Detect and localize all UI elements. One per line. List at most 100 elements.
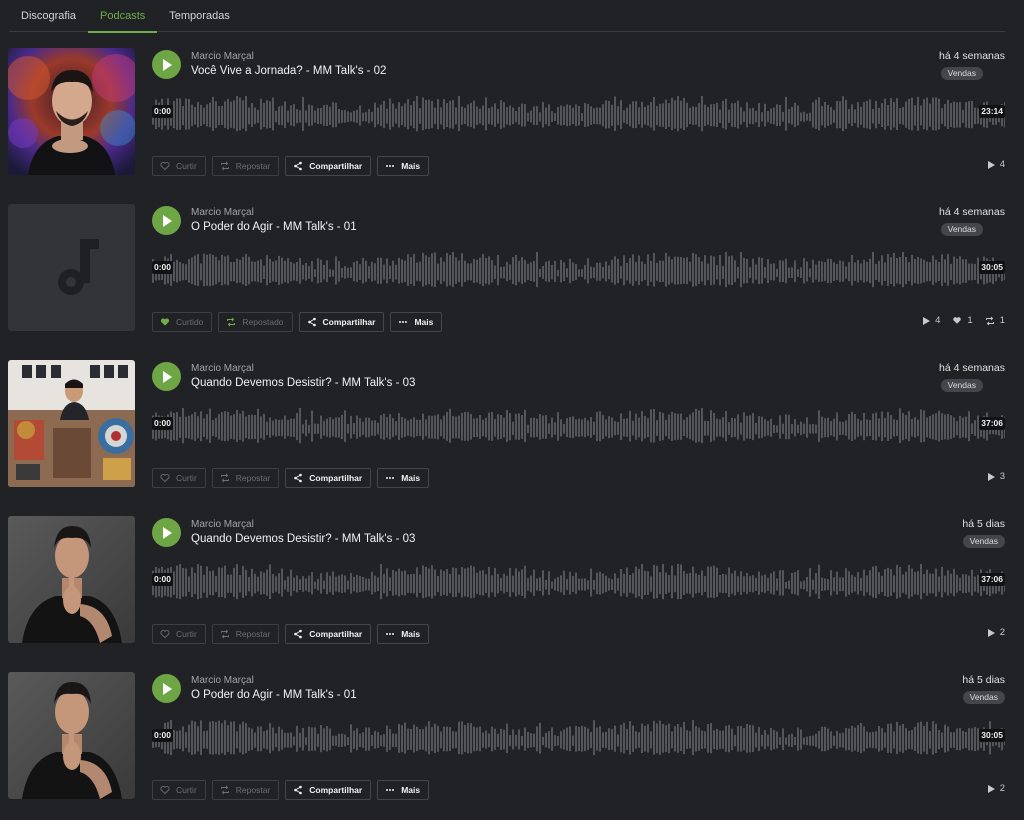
more-button[interactable]: Mais <box>390 312 443 332</box>
track-stats: 2 <box>987 627 1005 638</box>
waveform[interactable]: 0:00 23:14 <box>152 92 1005 140</box>
tab-temporadas[interactable]: Temporadas <box>157 0 242 32</box>
track-artwork[interactable] <box>8 204 135 331</box>
more-label: Mais <box>414 317 434 327</box>
genre-tag[interactable]: Vendas <box>940 67 983 80</box>
repost-button[interactable]: Repostar <box>211 780 280 800</box>
tab-podcasts[interactable]: Podcasts <box>88 0 158 33</box>
heart-icon <box>953 317 962 324</box>
repost-button[interactable]: Repostado <box>218 312 293 332</box>
track-title[interactable]: Quando Devemos Desistir? - MM Talk's - 0… <box>191 533 415 545</box>
waveform[interactable]: 0:00 37:06 <box>152 404 1005 452</box>
repost-icon <box>220 473 229 483</box>
share-button[interactable]: Compartilhar <box>285 780 372 800</box>
repost-icon <box>220 785 229 795</box>
genre-tag[interactable]: Vendas <box>940 379 983 392</box>
genre-tag[interactable]: Vendas <box>940 223 983 236</box>
like-button[interactable]: Curtir <box>152 468 206 488</box>
track-title[interactable]: Você Vive a Jornada? - MM Talk's - 02 <box>191 65 386 77</box>
waveform[interactable]: 0:00 30:05 <box>152 248 1005 296</box>
more-button[interactable]: Mais <box>377 780 430 800</box>
time-start: 0:00 <box>152 261 174 274</box>
genre-tag[interactable]: Vendas <box>962 691 1005 704</box>
action-bar: Curtir Repostar Compartilhar Mais <box>152 624 430 644</box>
waveform-bars <box>152 96 1005 132</box>
like-label: Curtir <box>176 473 197 483</box>
track-artwork[interactable] <box>8 360 135 487</box>
share-label: Compartilhar <box>322 317 376 327</box>
track-artwork[interactable] <box>8 516 135 643</box>
heart-icon <box>160 786 170 795</box>
play-button[interactable] <box>152 674 181 703</box>
time-start: 0:00 <box>152 729 174 742</box>
play-button[interactable] <box>152 362 181 391</box>
share-icon <box>294 473 303 483</box>
heart-icon <box>160 318 170 326</box>
like-button[interactable]: Curtir <box>152 780 206 800</box>
track-artist[interactable]: Marcio Marçal <box>191 519 254 530</box>
repost-count[interactable]: 1 <box>985 315 1005 326</box>
share-label: Compartilhar <box>309 785 363 795</box>
play-button[interactable] <box>152 50 181 79</box>
share-button[interactable]: Compartilhar <box>285 624 372 644</box>
more-button[interactable]: Mais <box>377 468 430 488</box>
track-duration: 37:06 <box>979 417 1005 430</box>
like-button[interactable]: Curtir <box>152 624 206 644</box>
track-artist[interactable]: Marcio Marçal <box>191 207 254 218</box>
play-count-icon <box>987 628 995 637</box>
play-count: 2 <box>987 783 1005 794</box>
like-count[interactable]: 1 <box>952 315 973 326</box>
play-count-value: 3 <box>999 471 1005 482</box>
more-icon <box>386 165 395 167</box>
share-label: Compartilhar <box>309 473 363 483</box>
track-title[interactable]: O Poder do Agir - MM Talk's - 01 <box>191 689 357 701</box>
track-title[interactable]: O Poder do Agir - MM Talk's - 01 <box>191 221 357 233</box>
track-artist[interactable]: Marcio Marçal <box>191 675 254 686</box>
play-count: 2 <box>987 627 1005 638</box>
repost-count-value: 1 <box>999 315 1005 326</box>
like-button[interactable]: Curtir <box>152 156 206 176</box>
more-label: Mais <box>401 161 421 171</box>
share-button[interactable]: Compartilhar <box>285 468 372 488</box>
more-label: Mais <box>401 629 421 639</box>
repost-button[interactable]: Repostar <box>211 624 280 644</box>
waveform-bars <box>152 252 1005 288</box>
repost-icon <box>220 161 229 171</box>
track-item: Marcio Marçal Quando Devemos Desistir? -… <box>8 516 1005 644</box>
play-count: 4 <box>987 159 1005 170</box>
share-label: Compartilhar <box>309 161 363 171</box>
more-button[interactable]: Mais <box>377 156 430 176</box>
share-label: Compartilhar <box>309 629 363 639</box>
like-button[interactable]: Curtido <box>152 312 213 332</box>
action-bar: Curtido Repostado Compartilhar Mais <box>152 312 443 332</box>
repost-icon <box>220 629 229 639</box>
track-duration: 30:05 <box>979 729 1005 742</box>
share-button[interactable]: Compartilhar <box>298 312 385 332</box>
repost-button[interactable]: Repostar <box>211 468 280 488</box>
waveform[interactable]: 0:00 37:06 <box>152 560 1005 608</box>
play-button[interactable] <box>152 206 181 235</box>
heart-icon <box>160 474 170 483</box>
genre-tag[interactable]: Vendas <box>962 535 1005 548</box>
more-button[interactable]: Mais <box>377 624 430 644</box>
track-duration: 37:06 <box>979 573 1005 586</box>
repost-button[interactable]: Repostar <box>211 156 280 176</box>
track-artwork[interactable] <box>8 672 135 799</box>
play-button[interactable] <box>152 518 181 547</box>
track-stats: 4 <box>987 159 1005 170</box>
waveform[interactable]: 0:00 30:05 <box>152 716 1005 764</box>
more-label: Mais <box>401 785 421 795</box>
track-title[interactable]: Quando Devemos Desistir? - MM Talk's - 0… <box>191 377 415 389</box>
action-bar: Curtir Repostar Compartilhar Mais <box>152 780 430 800</box>
like-label: Curtir <box>176 161 197 171</box>
tab-discografia[interactable]: Discografia <box>9 0 88 32</box>
play-count: 4 <box>923 315 940 326</box>
track-date: há 4 semanas <box>939 362 1005 374</box>
play-count-icon <box>987 472 995 481</box>
track-artist[interactable]: Marcio Marçal <box>191 51 254 62</box>
track-artist[interactable]: Marcio Marçal <box>191 363 254 374</box>
share-icon <box>294 161 303 171</box>
waveform-bars <box>152 564 1005 600</box>
share-button[interactable]: Compartilhar <box>285 156 372 176</box>
track-artwork[interactable] <box>8 48 135 175</box>
